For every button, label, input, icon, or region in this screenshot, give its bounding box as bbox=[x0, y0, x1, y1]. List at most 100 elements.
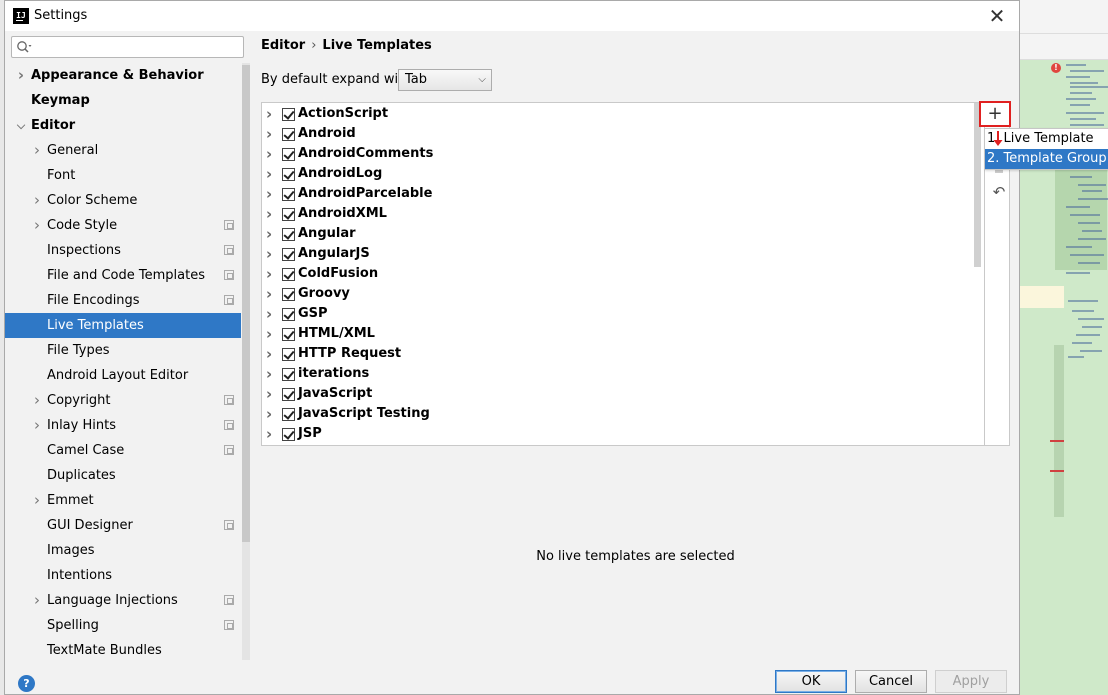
template-group-row[interactable]: › AndroidLog bbox=[262, 164, 984, 184]
sidebar-item-language-injections[interactable]: › Language Injections bbox=[5, 588, 241, 613]
template-group-row[interactable]: › Angular bbox=[262, 224, 984, 244]
sidebar-item-intentions[interactable]: Intentions bbox=[5, 563, 241, 588]
template-group-row[interactable]: › AndroidComments bbox=[262, 144, 984, 164]
chevron-right-icon[interactable]: › bbox=[266, 164, 276, 184]
menu-item-template-group[interactable]: 2. Template Group... bbox=[985, 149, 1108, 169]
sidebar-item-spelling[interactable]: Spelling bbox=[5, 613, 241, 638]
group-checkbox[interactable] bbox=[282, 248, 295, 261]
chevron-right-icon[interactable]: › bbox=[266, 104, 276, 124]
chevron-right-icon[interactable]: › bbox=[31, 188, 43, 213]
group-checkbox[interactable] bbox=[282, 128, 295, 141]
undo-icon[interactable]: ↶ bbox=[991, 184, 1007, 200]
chevron-right-icon[interactable]: › bbox=[266, 184, 276, 204]
sidebar-item-images[interactable]: Images bbox=[5, 538, 241, 563]
group-checkbox[interactable] bbox=[282, 428, 295, 441]
sidebar-item-general[interactable]: › General bbox=[5, 138, 241, 163]
chevron-right-icon[interactable]: › bbox=[266, 204, 276, 224]
group-checkbox[interactable] bbox=[282, 308, 295, 321]
chevron-right-icon[interactable]: › bbox=[31, 413, 43, 438]
group-checkbox[interactable] bbox=[282, 408, 295, 421]
chevron-right-icon[interactable]: › bbox=[266, 284, 276, 304]
chevron-right-icon[interactable]: › bbox=[31, 138, 43, 163]
chevron-right-icon[interactable]: › bbox=[31, 488, 43, 513]
sidebar-item-keymap[interactable]: Keymap bbox=[5, 88, 241, 113]
sidebar-item-emmet[interactable]: › Emmet bbox=[5, 488, 241, 513]
chevron-right-icon[interactable]: › bbox=[266, 344, 276, 364]
chevron-down-icon[interactable]: ⌵ bbox=[15, 113, 27, 138]
ok-button[interactable]: OK bbox=[775, 670, 847, 693]
group-checkbox[interactable] bbox=[282, 268, 295, 281]
template-group-row[interactable]: › AngularJS bbox=[262, 244, 984, 264]
chevron-right-icon[interactable]: › bbox=[31, 213, 43, 238]
template-group-row[interactable]: › GSP bbox=[262, 304, 984, 324]
sidebar-item-copyright[interactable]: › Copyright bbox=[5, 388, 241, 413]
template-group-row[interactable]: › HTML/XML bbox=[262, 324, 984, 344]
template-group-row[interactable]: › AndroidXML bbox=[262, 204, 984, 224]
chevron-right-icon[interactable]: › bbox=[266, 384, 276, 404]
cancel-button[interactable]: Cancel bbox=[855, 670, 927, 693]
template-group-row[interactable]: › JavaScript bbox=[262, 384, 984, 404]
chevron-right-icon[interactable]: › bbox=[266, 364, 276, 384]
sidebar-item-inspections[interactable]: Inspections bbox=[5, 238, 241, 263]
search-input[interactable] bbox=[11, 36, 244, 58]
template-group-row[interactable]: › HTTP Request bbox=[262, 344, 984, 364]
chevron-right-icon[interactable]: › bbox=[266, 324, 276, 344]
sidebar-item-file-encodings[interactable]: File Encodings bbox=[5, 288, 241, 313]
template-group-row[interactable]: › JSP bbox=[262, 424, 984, 444]
sidebar-item-textmate-bundles[interactable]: TextMate Bundles bbox=[5, 638, 241, 663]
template-group-row[interactable]: › ColdFusion bbox=[262, 264, 984, 284]
sidebar-item-font[interactable]: Font bbox=[5, 163, 241, 188]
sidebar-item-gui-designer[interactable]: GUI Designer bbox=[5, 513, 241, 538]
sidebar-item-duplicates[interactable]: Duplicates bbox=[5, 463, 241, 488]
template-group-row[interactable]: › Android bbox=[262, 124, 984, 144]
help-icon[interactable]: ? bbox=[18, 675, 35, 692]
chevron-right-icon[interactable]: › bbox=[266, 124, 276, 144]
close-button[interactable]: ✕ bbox=[986, 5, 1008, 27]
chevron-right-icon[interactable]: › bbox=[266, 224, 276, 244]
template-group-row[interactable]: › AndroidParcelable bbox=[262, 184, 984, 204]
sidebar-item-code-style[interactable]: › Code Style bbox=[5, 213, 241, 238]
chevron-right-icon[interactable]: › bbox=[31, 388, 43, 413]
group-checkbox[interactable] bbox=[282, 188, 295, 201]
background-code-line bbox=[1070, 86, 1108, 88]
chevron-right-icon[interactable]: › bbox=[266, 244, 276, 264]
group-checkbox[interactable] bbox=[282, 208, 295, 221]
template-group-row[interactable]: › JavaScript Testing bbox=[262, 404, 984, 424]
expand-with-select[interactable]: Tab ⌵ bbox=[398, 69, 492, 91]
sidebar-item-live-templates[interactable]: Live Templates bbox=[5, 313, 241, 338]
sidebar-item-file-types[interactable]: File Types bbox=[5, 338, 241, 363]
sidebar-scrollbar[interactable] bbox=[242, 63, 250, 660]
template-group-row[interactable]: › Groovy bbox=[262, 284, 984, 304]
group-checkbox[interactable] bbox=[282, 348, 295, 361]
sidebar-item-camel-case[interactable]: Camel Case bbox=[5, 438, 241, 463]
chevron-right-icon[interactable]: › bbox=[31, 588, 43, 613]
group-checkbox[interactable] bbox=[282, 288, 295, 301]
chevron-right-icon[interactable]: › bbox=[266, 424, 276, 444]
sidebar-item-inlay-hints[interactable]: › Inlay Hints bbox=[5, 413, 241, 438]
group-checkbox[interactable] bbox=[282, 368, 295, 381]
chevron-right-icon[interactable]: › bbox=[266, 144, 276, 164]
group-checkbox[interactable] bbox=[282, 228, 295, 241]
sidebar-item-file-and-code-templates[interactable]: File and Code Templates bbox=[5, 263, 241, 288]
template-list-scrollbar[interactable] bbox=[973, 103, 982, 445]
template-group-row[interactable]: › ActionScript bbox=[262, 104, 984, 124]
chevron-right-icon[interactable]: › bbox=[15, 63, 27, 88]
add-button[interactable]: + bbox=[979, 101, 1011, 127]
chevron-right-icon[interactable]: › bbox=[266, 304, 276, 324]
template-group-row[interactable]: › iterations bbox=[262, 364, 984, 384]
group-checkbox[interactable] bbox=[282, 388, 295, 401]
group-checkbox[interactable] bbox=[282, 108, 295, 121]
group-checkbox[interactable] bbox=[282, 148, 295, 161]
group-checkbox[interactable] bbox=[282, 328, 295, 341]
sidebar-scrollbar-thumb[interactable] bbox=[242, 65, 250, 542]
chevron-right-icon[interactable]: › bbox=[266, 404, 276, 424]
template-list-scrollbar-thumb[interactable] bbox=[974, 103, 981, 267]
sidebar-item-appearance-behavior[interactable]: › Appearance & Behavior bbox=[5, 63, 241, 88]
sidebar-item-color-scheme[interactable]: › Color Scheme bbox=[5, 188, 241, 213]
sidebar-item-android-layout-editor[interactable]: Android Layout Editor bbox=[5, 363, 241, 388]
chevron-right-icon[interactable]: › bbox=[266, 264, 276, 284]
breadcrumb-parent[interactable]: Editor bbox=[261, 38, 305, 53]
sidebar-item-editor[interactable]: ⌵ Editor bbox=[5, 113, 241, 138]
group-checkbox[interactable] bbox=[282, 168, 295, 181]
apply-button[interactable]: Apply bbox=[935, 670, 1007, 693]
